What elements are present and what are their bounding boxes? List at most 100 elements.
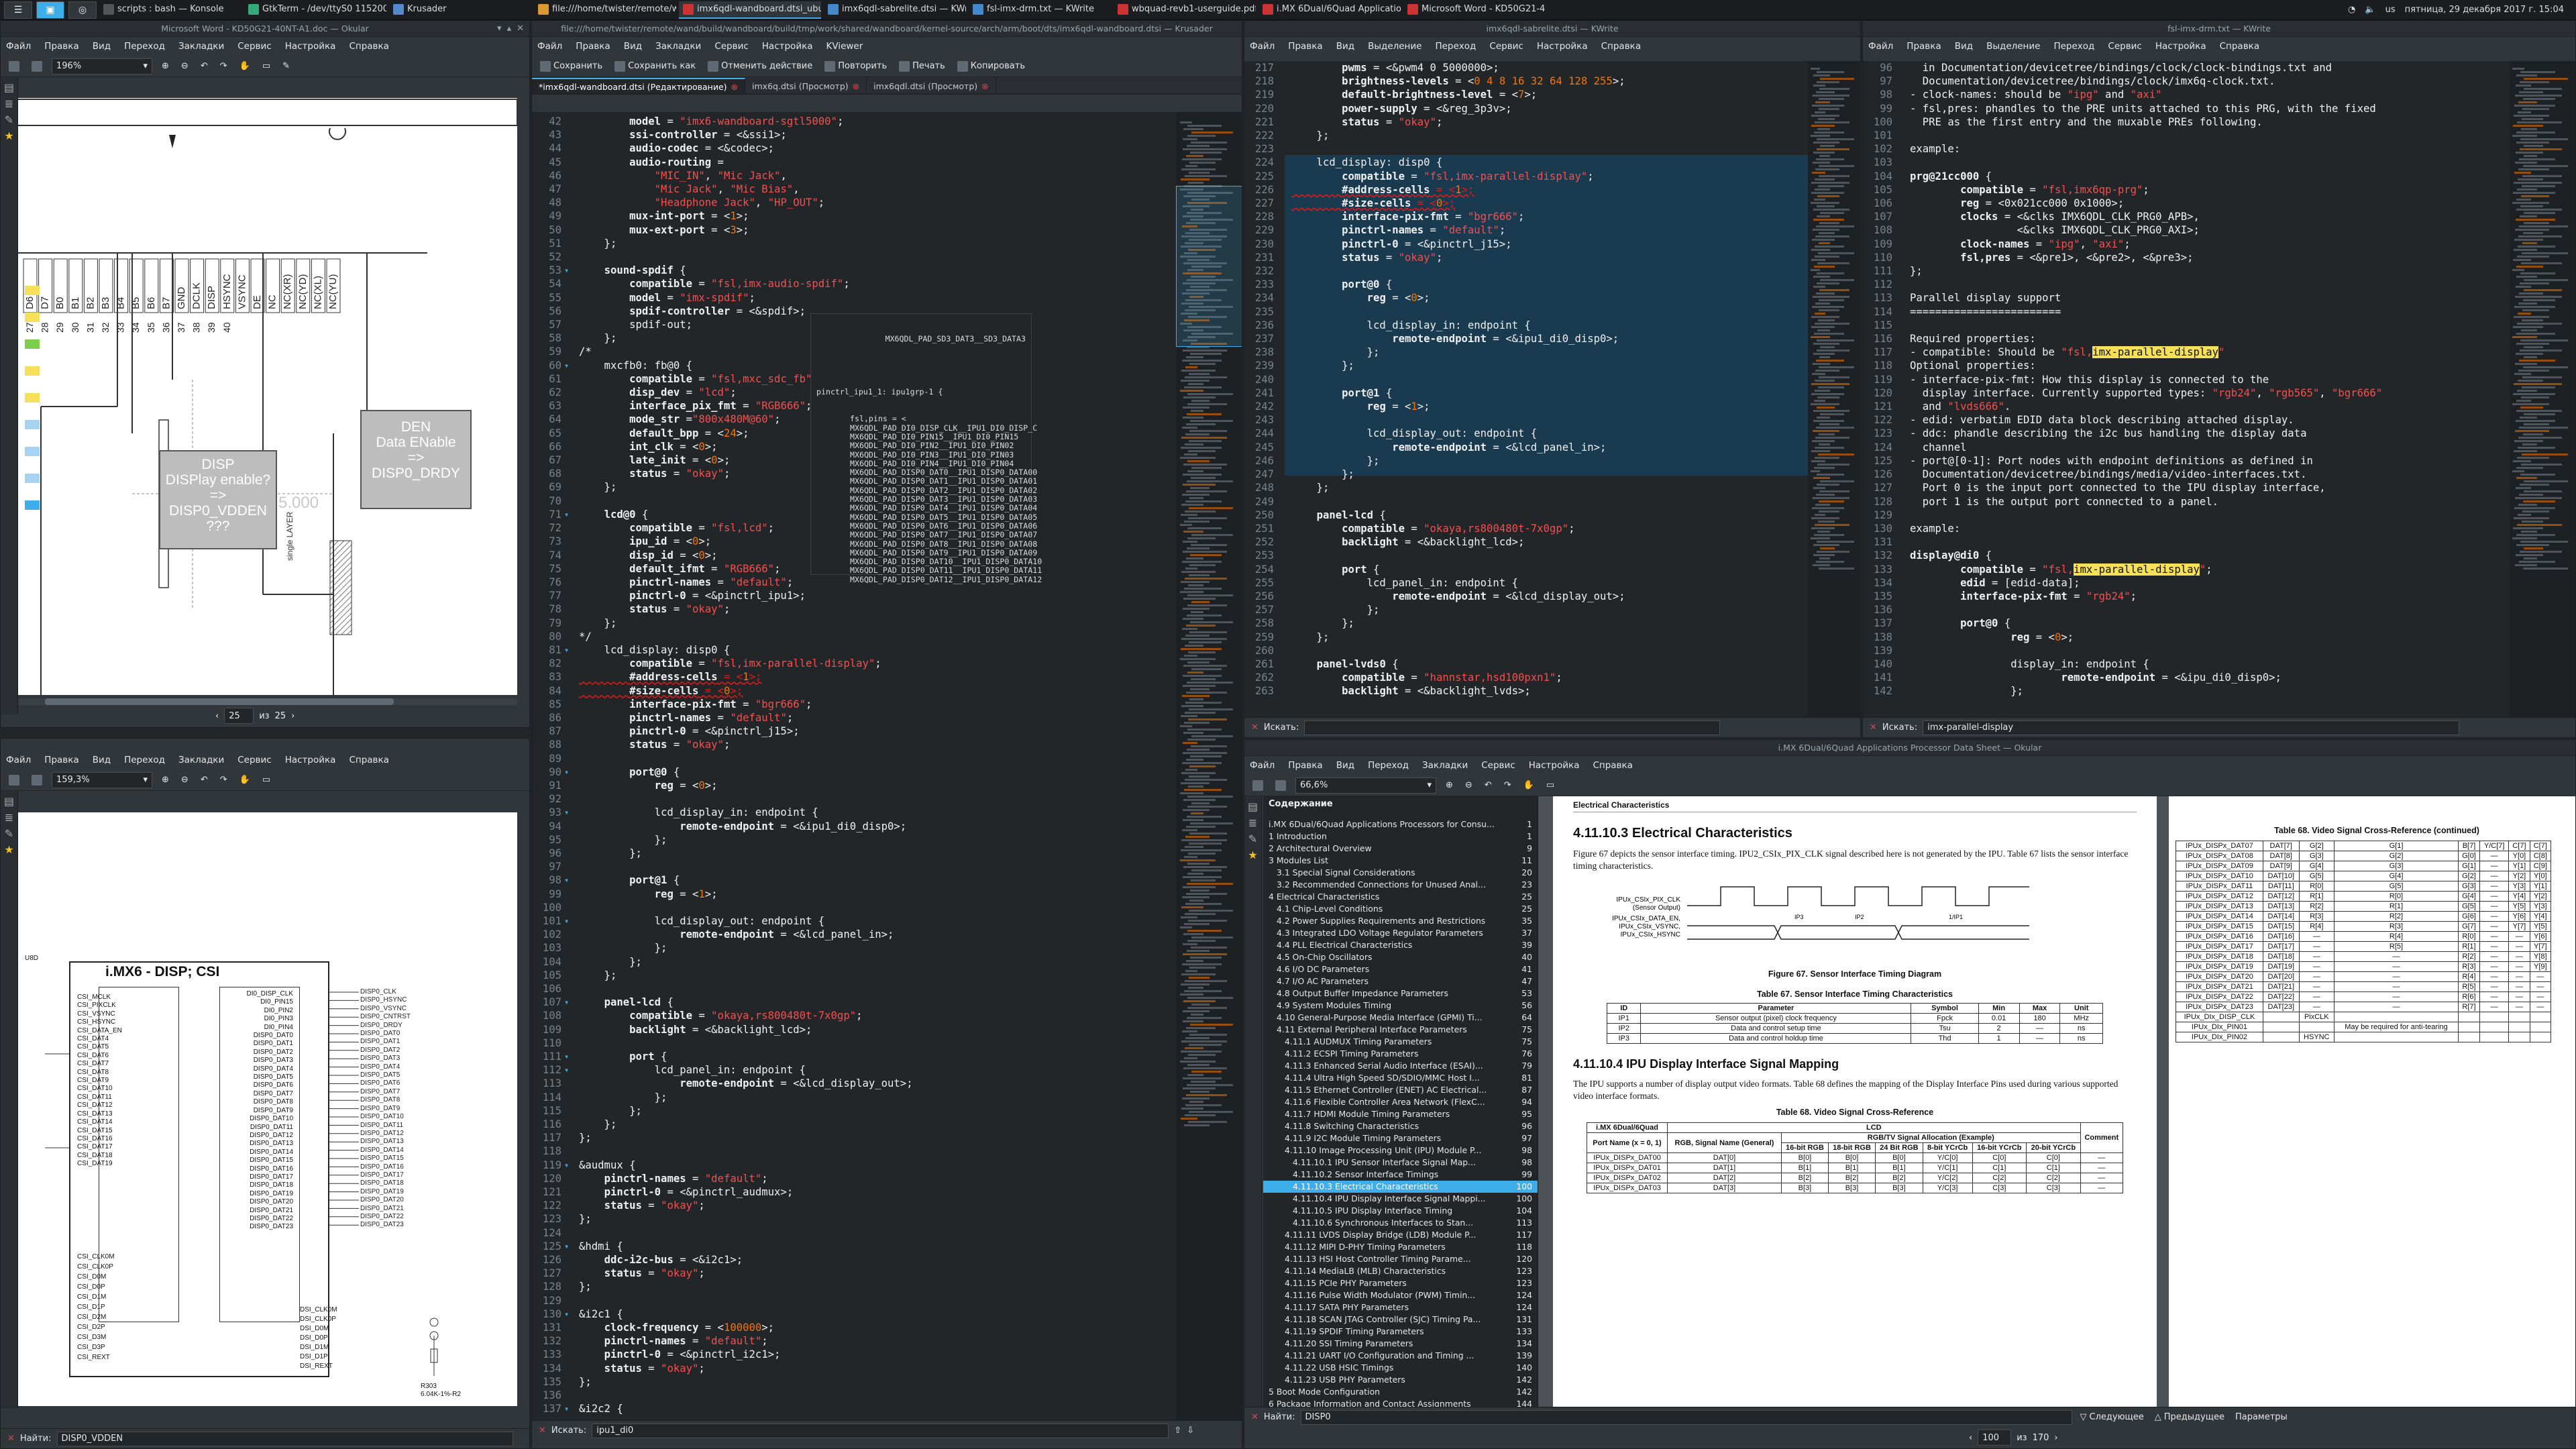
menu-item[interactable]: Выделение [1368,41,1421,52]
menu-item[interactable]: KViewer [826,41,863,52]
volume-icon[interactable]: 🔈 [2365,5,2375,15]
toolbar-button[interactable]: Повторить [822,58,890,74]
menu-item[interactable]: Настройка [2155,41,2206,52]
toc-item[interactable]: 4.4 PLL Electrical Characteristics 39 [1263,939,1538,951]
toc-item[interactable]: 4.10 General-Purpose Media Interface (GP… [1263,1012,1538,1024]
toc-icon[interactable]: ≣ [1244,816,1261,833]
zoom-out-icon[interactable]: ⊖ [178,772,191,788]
browse-icon[interactable]: ✋ [237,58,253,74]
menu-item[interactable]: Файл [1868,41,1893,52]
rotate-left-icon[interactable]: ↶ [198,772,211,788]
toc-item[interactable]: 3 Modules List 11 [1263,855,1538,867]
taskbar-task[interactable]: file:///home/twister/remote/wand... [534,1,676,19]
menu-item[interactable]: Переход [1368,760,1409,771]
toc-item[interactable]: 4.11.4 Ultra High Speed SD/SDIO/MMC Host… [1263,1072,1538,1084]
editor-tab[interactable]: imx6qdl.dtsi (Просмотр) ⊗ [867,78,996,94]
menu-item[interactable]: Закладки [178,41,224,52]
menu-item[interactable]: Вид [1336,41,1354,52]
next-page-icon[interactable]: › [291,711,294,721]
menu-item[interactable]: Правка [576,41,610,52]
toc-item[interactable]: 4.11.17 SATA PHY Parameters 124 [1263,1301,1538,1313]
toc-item[interactable]: 4.11.3 Enhanced Serial Audio Interface (… [1263,1060,1538,1072]
page-icon[interactable] [29,58,45,74]
editor-tab[interactable]: *imx6qdl-wandboard.dtsi (Редактирование)… [532,78,746,94]
menu-item[interactable]: Сервис [714,41,748,52]
toc-item[interactable]: 4.3 Integrated LDO Voltage Regulator Par… [1263,927,1538,939]
find-input[interactable]: DISP0_VDDEN [56,1431,513,1446]
zoom-in-icon[interactable]: ⊕ [159,58,172,74]
toc-item[interactable]: 4.8 Output Buffer Impedance Parameters 53 [1263,987,1538,1000]
toc-item[interactable]: 1 Introduction 1 [1263,830,1538,843]
code-editor[interactable]: 96 97 98 99 100 101 102 103 104 105 106 … [1863,61,2510,717]
toc-item[interactable]: 4.11 External Peripheral Interface Param… [1263,1024,1538,1036]
toc-item[interactable]: 4.11.10.2 Sensor Interface Timings 99 [1263,1169,1538,1181]
menu-item[interactable]: Сервис [1489,41,1523,52]
menu-item[interactable]: Переход [124,755,165,765]
toc-item[interactable]: 4.11.15 PCIe PHY Parameters 123 [1263,1277,1538,1289]
find-input[interactable]: ipu1_di0 [592,1423,1169,1438]
menu-item[interactable]: Справка [2220,41,2259,52]
page-icon[interactable] [1273,777,1289,794]
taskbar-task[interactable]: Microsoft Word - KD50G21-40NT-... [1403,1,1546,19]
toc-item[interactable]: 4.11.2 ECSPI Timing Parameters 76 [1263,1048,1538,1060]
find-input[interactable]: imx-parallel-display [1923,720,2460,735]
toc-item[interactable]: 4.11.7 HDMI Module Timing Parameters 95 [1263,1108,1538,1120]
toc-item[interactable]: 4.11.10.3 Electrical Characteristics 100 [1263,1181,1538,1193]
taskbar-task[interactable]: scripts : bash — Konsole [99,1,241,19]
menu-item[interactable]: Правка [44,41,78,52]
menu-item[interactable]: Файл [6,41,31,52]
toc-item[interactable]: 4.11.10 Image Processing Unit (IPU) Modu… [1263,1144,1538,1157]
toc-item[interactable]: 4.9 System Modules Timing 56 [1263,1000,1538,1012]
menu-item[interactable]: Настройка [1529,760,1580,771]
taskbar-task[interactable]: imx6qdl-wandboard.dtsi_ubuntu-... [679,1,821,19]
menu-item[interactable]: Справка [349,41,388,52]
zoom-out-icon[interactable]: ⊖ [178,58,191,74]
rotate-left-icon[interactable]: ↶ [198,58,211,74]
toc-item[interactable]: 4.6 I/O DC Parameters 41 [1263,963,1538,975]
find-input[interactable]: DISP0 [1300,1409,2072,1425]
menu-item[interactable]: Файл [537,41,562,52]
menu-item[interactable]: Файл [6,755,31,765]
browse-icon[interactable]: ✋ [237,772,253,788]
menu-item[interactable]: Вид [624,41,642,52]
minimap[interactable] [1808,61,1860,717]
close-find-icon[interactable]: ✕ [1251,722,1258,733]
find-input[interactable] [1304,720,1721,735]
taskbar-task[interactable]: Krusader [389,1,531,19]
annotate-icon[interactable]: ✎ [280,58,292,74]
close-find-icon[interactable]: ✕ [1870,722,1877,733]
code-editor[interactable]: 42 43 44 45 46 47 48 49 50 51 52 53 54 5… [532,112,1176,1420]
toc-item[interactable]: 4.11.10.4 IPU Display Interface Signal M… [1263,1193,1538,1205]
minimap[interactable] [1176,112,1242,1420]
toolbar-button[interactable]: Сохранить как [612,58,698,74]
toc-item[interactable]: 4.11.18 SCAN JTAG Controller (SJC) Timin… [1263,1313,1538,1326]
close-tab-icon[interactable]: ⊗ [731,82,738,92]
taskbar-task[interactable]: i.MX 6Dual/6Quad Applications Pr... [1258,1,1401,19]
menu-item[interactable]: Настройка [285,41,336,52]
menu-item[interactable]: Настройка [1537,41,1588,52]
toc-item[interactable]: 4.11.10.6 Synchronous Interfaces to Stan… [1263,1217,1538,1229]
toc-item[interactable]: 2 Architectural Overview 9 [1263,843,1538,855]
wifi-icon[interactable]: ◔ [2348,5,2355,15]
menu-item[interactable]: Закладки [1422,760,1468,771]
maximize-icon[interactable]: ▴ [507,23,512,34]
menu-item[interactable]: Сервис [2108,41,2141,52]
toc-item[interactable]: 5 Boot Mode Configuration 142 [1263,1386,1538,1398]
menu-item[interactable]: Закладки [178,755,224,765]
thumbnails-icon[interactable]: ▤ [1,81,17,97]
toc-item[interactable]: 4.11.16 Pulse Width Modulator (PWM) Timi… [1263,1289,1538,1301]
toc-item[interactable]: 3.1 Special Signal Considerations 20 [1263,867,1538,879]
toc-item[interactable]: 4.2 Power Supplies Requirements and Rest… [1263,915,1538,927]
toc-item[interactable]: 4.11.10.1 IPU Sensor Interface Signal Ma… [1263,1157,1538,1169]
menu-item[interactable]: Закладки [655,41,701,52]
close-icon[interactable]: ✕ [517,23,524,34]
find-next-icon[interactable]: ⇩ [1187,1426,1194,1436]
toc-item[interactable]: i.MX 6Dual/6Quad Applications Processors… [1263,818,1538,830]
thumbnails-icon[interactable]: ▤ [1,795,17,811]
menu-item[interactable]: Переход [1435,41,1476,52]
taskbar-task[interactable]: imx6qdl-sabrelite.dtsi — KWrite [824,1,966,19]
keyboard-layout[interactable]: us [2385,5,2396,15]
taskbar-task[interactable]: fsl-imx-drm.txt — KWrite [969,1,1111,19]
toc-item[interactable]: 4.11.5 Ethernet Controller (ENET) AC Ele… [1263,1084,1538,1096]
toc-item[interactable]: 4.11.22 USB HSIC Timings 140 [1263,1362,1538,1374]
